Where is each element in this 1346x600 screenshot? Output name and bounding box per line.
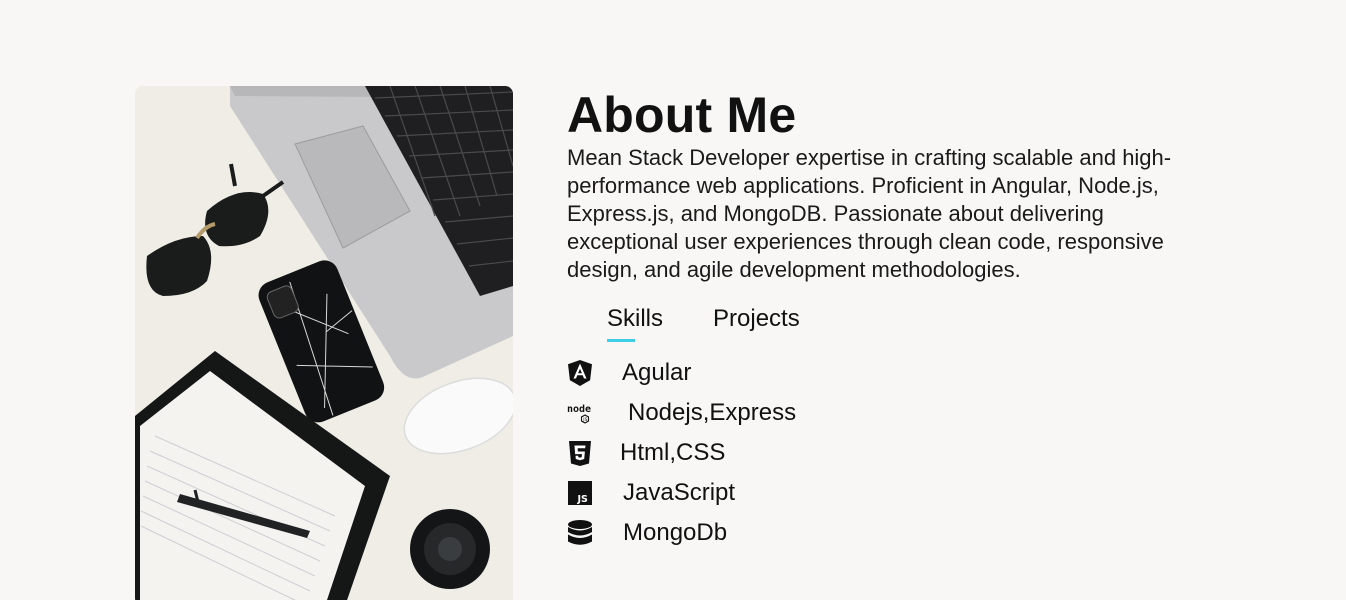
skill-item-mongodb: MongoDb (567, 513, 1247, 553)
skill-label: MongoDb (623, 519, 728, 546)
skill-label: Nodejs,Express (628, 399, 797, 426)
skills-list: Agular node JS Nodejs,Express Html,CSS J… (567, 353, 1247, 553)
skill-label: JavaScript (623, 479, 736, 506)
svg-text:node: node (567, 404, 591, 415)
nodejs-icon: node JS (567, 400, 603, 426)
skill-item-javascript: JS JavaScript (567, 473, 1247, 513)
angular-icon (567, 360, 593, 386)
tab-skills[interactable]: Skills (607, 304, 663, 342)
skill-label: Html,CSS (620, 439, 726, 466)
about-description: Mean Stack Developer expertise in crafti… (567, 145, 1172, 282)
html5-icon (567, 440, 593, 466)
about-photo (135, 86, 513, 600)
skill-item-angular: Agular (567, 353, 1247, 393)
desk-illustration (135, 86, 513, 600)
skill-label: Agular (622, 359, 692, 386)
database-icon (567, 520, 593, 546)
camera-lens (410, 509, 490, 589)
javascript-icon: JS (567, 480, 593, 506)
svg-text:JS: JS (582, 417, 587, 423)
svg-text:JS: JS (577, 494, 589, 505)
about-content: About Me Mean Stack Developer expertise … (567, 88, 1247, 553)
tab-bar: Skills Projects (607, 304, 1247, 342)
about-section: About Me Mean Stack Developer expertise … (0, 0, 1346, 600)
skill-item-nodejs: node JS Nodejs,Express (567, 393, 1247, 433)
skill-item-html: Html,CSS (567, 433, 1247, 473)
about-title: About Me (567, 87, 797, 143)
tab-projects[interactable]: Projects (713, 304, 800, 340)
